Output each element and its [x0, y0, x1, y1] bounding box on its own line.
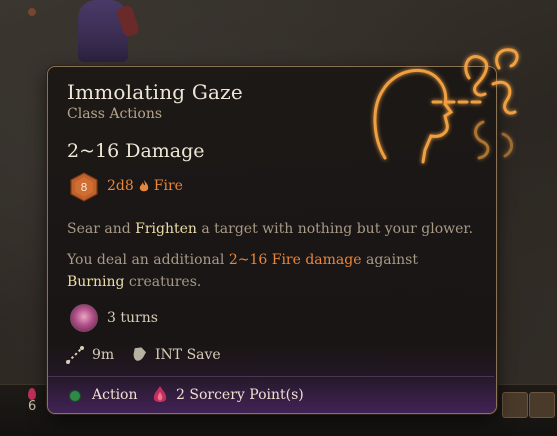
- frightened-condition-icon: [70, 304, 98, 332]
- frighten-keyword[interactable]: Frighten: [135, 221, 197, 237]
- hotbar-slot[interactable]: [502, 392, 528, 418]
- damage-type: Fire: [153, 178, 183, 194]
- sorcery-point-icon: [153, 386, 167, 402]
- save-value: INT Save: [155, 347, 221, 363]
- action-dot-icon: [70, 391, 80, 401]
- flame-icon: [139, 180, 148, 192]
- spell-description: Sear and Frighten a target with nothing …: [67, 218, 477, 240]
- spell-title: Immolating Gaze: [67, 80, 243, 104]
- hotbar-resource-count: 6: [28, 399, 37, 414]
- range-value: 9m: [92, 347, 115, 363]
- hotbar-slot[interactable]: [529, 392, 555, 418]
- burning-keyword[interactable]: Burning: [67, 274, 124, 290]
- spell-category: Class Actions: [67, 106, 163, 122]
- head-with-flames-icon: [373, 48, 519, 164]
- description-text: Sear and: [67, 221, 136, 237]
- save-shield-icon: [133, 347, 147, 361]
- die-face-label: 8: [81, 181, 88, 194]
- duration-value: 3 turns: [107, 310, 158, 326]
- description-text: creatures.: [124, 274, 202, 290]
- description-text: against: [361, 252, 418, 268]
- description-text: a target with nothing but your glower.: [196, 221, 474, 237]
- description-text: You deal an additional: [67, 252, 229, 268]
- spell-extra-description: You deal an additional 2~16 Fire damage …: [67, 249, 477, 293]
- d8-die-icon: 8: [70, 172, 98, 202]
- action-cost: Action: [92, 387, 138, 403]
- damage-heading: 2~16 Damage: [67, 140, 205, 162]
- range-icon: [66, 346, 84, 364]
- fire-damage-highlight: 2~16 Fire damage: [228, 252, 362, 268]
- damage-roll: 2d8 Fire: [107, 178, 183, 194]
- damage-dice: 2d8: [107, 178, 134, 194]
- ember-particle: [28, 8, 36, 16]
- cost-divider: [48, 376, 494, 377]
- sorcery-point-cost: 2 Sorcery Point(s): [176, 387, 304, 403]
